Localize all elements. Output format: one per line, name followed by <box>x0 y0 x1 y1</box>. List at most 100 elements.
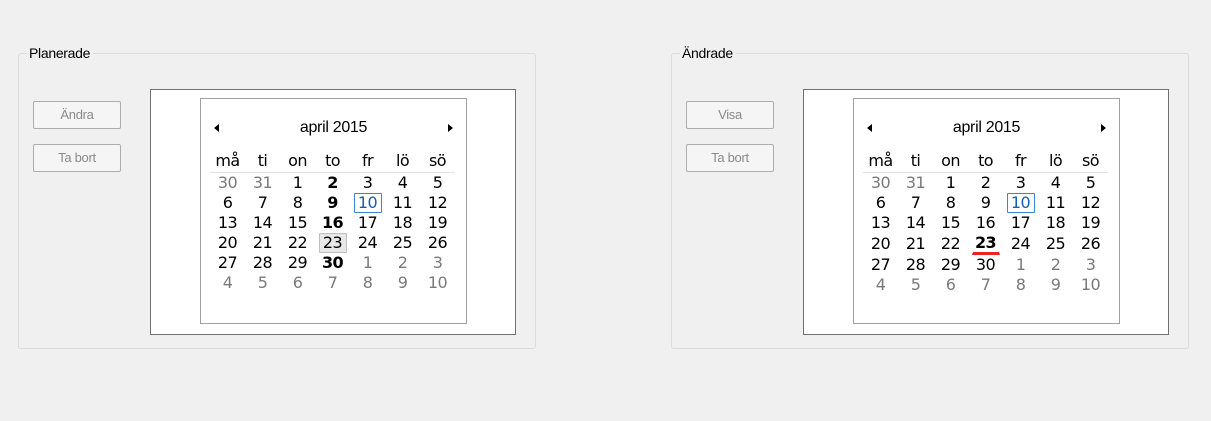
calendar-day[interactable]: 9 <box>319 193 347 213</box>
calendar-day-cell[interactable]: 8 <box>1003 275 1038 295</box>
calendar-day-cell[interactable]: 5 <box>1073 173 1108 194</box>
calendar-day-cell[interactable]: 1 <box>933 173 968 194</box>
calendar-day[interactable]: 31 <box>902 173 930 193</box>
calendar-day[interactable]: 26 <box>424 233 452 253</box>
calendar-day-cell[interactable]: 4 <box>863 275 898 295</box>
calendar-day-cell[interactable]: 14 <box>245 213 280 233</box>
calendar-day-cell[interactable]: 7 <box>245 193 280 213</box>
calendar-day[interactable]: 8 <box>354 273 382 293</box>
calendar-day-cell[interactable]: 30 <box>210 173 245 194</box>
calendar-day-cell[interactable]: 17 <box>1003 213 1038 233</box>
calendar-day[interactable]: 27 <box>867 255 895 275</box>
calendar-day[interactable]: 11 <box>389 193 417 213</box>
delete-button[interactable]: Ta bort <box>33 144 121 172</box>
calendar-day-cell[interactable]: 6 <box>210 193 245 213</box>
calendar-day[interactable]: 11 <box>1042 193 1070 213</box>
calendar-day-cell[interactable]: 11 <box>1038 193 1073 213</box>
calendar-day[interactable]: 9 <box>389 273 417 293</box>
calendar-day[interactable]: 18 <box>1042 213 1070 233</box>
calendar-day-cell[interactable]: 10 <box>1073 275 1108 295</box>
edit-button[interactable]: Ändra <box>33 101 121 129</box>
calendar-day-cell[interactable]: 13 <box>863 213 898 233</box>
month-label[interactable]: april 2015 <box>201 117 466 139</box>
calendar-day[interactable]: 3 <box>424 253 452 273</box>
calendar-day-cell[interactable]: 25 <box>385 233 420 253</box>
calendar-day[interactable]: 8 <box>937 193 965 213</box>
calendar-day-cell[interactable]: 3 <box>1003 173 1038 194</box>
calendar-day-cell[interactable]: 8 <box>350 273 385 293</box>
calendar-day-cell[interactable]: 30 <box>968 255 1003 275</box>
calendar-day-cell[interactable]: 28 <box>898 255 933 275</box>
calendar-day[interactable]: 19 <box>1077 213 1105 233</box>
calendar-day-cell[interactable]: 6 <box>280 273 315 293</box>
calendar-day-cell[interactable]: 8 <box>280 193 315 213</box>
calendar-day[interactable]: 27 <box>214 253 242 273</box>
calendar-day[interactable]: 1 <box>354 253 382 273</box>
calendar-day[interactable]: 5 <box>902 275 930 295</box>
month-calendar[interactable]: april 2015 må ti on to fr lö sö 30 31 1 2 3 4 5 6 7 8 9 1… <box>853 98 1120 324</box>
calendar-day-cell[interactable]: 27 <box>863 255 898 275</box>
calendar-day-cell[interactable]: 10 <box>1003 193 1038 213</box>
calendar-day[interactable]: 29 <box>937 255 965 275</box>
calendar-day[interactable]: 1 <box>284 173 312 193</box>
calendar-day[interactable]: 6 <box>214 193 242 213</box>
calendar-day[interactable]: 16 <box>972 213 1000 233</box>
calendar-day[interactable]: 7 <box>902 193 930 213</box>
calendar-day-cell[interactable]: 6 <box>933 275 968 295</box>
calendar-day[interactable]: 2 <box>319 173 347 193</box>
calendar-day[interactable]: 29 <box>284 253 312 273</box>
calendar-day[interactable]: 30 <box>867 173 895 193</box>
calendar-day[interactable]: 30 <box>214 173 242 193</box>
calendar-day[interactable]: 24 <box>1007 234 1035 254</box>
calendar-day[interactable]: 7 <box>319 273 347 293</box>
calendar-day[interactable]: 15 <box>937 213 965 233</box>
calendar-day[interactable]: 17 <box>1007 213 1035 233</box>
calendar-day-cell[interactable]: 14 <box>898 213 933 233</box>
calendar-day[interactable]: 28 <box>902 255 930 275</box>
calendar-day-cell[interactable]: 20 <box>863 233 898 255</box>
calendar-day[interactable]: 6 <box>284 273 312 293</box>
calendar-day-cell[interactable]: 17 <box>350 213 385 233</box>
calendar-day[interactable]: 23 <box>971 233 1000 255</box>
calendar-day-cell[interactable]: 1 <box>280 173 315 194</box>
calendar-day[interactable]: 5 <box>1077 173 1105 193</box>
calendar-day-cell[interactable]: 5 <box>898 275 933 295</box>
calendar-day[interactable]: 25 <box>1042 234 1070 254</box>
calendar-day-cell[interactable]: 24 <box>1003 233 1038 255</box>
calendar-day-cell[interactable]: 18 <box>1038 213 1073 233</box>
calendar-day-cell[interactable]: 2 <box>385 253 420 273</box>
delete-button[interactable]: Ta bort <box>686 144 774 172</box>
calendar-day[interactable]: 6 <box>937 275 965 295</box>
calendar-day-cell[interactable]: 13 <box>210 213 245 233</box>
calendar-day-cell[interactable]: 2 <box>1038 255 1073 275</box>
view-button[interactable]: Visa <box>686 101 774 129</box>
calendar-day[interactable]: 12 <box>424 193 452 213</box>
calendar-day-cell[interactable]: 7 <box>898 193 933 213</box>
calendar-day[interactable]: 2 <box>1042 255 1070 275</box>
next-month-icon[interactable] <box>1101 124 1106 132</box>
calendar-day[interactable]: 3 <box>1077 255 1105 275</box>
calendar-day[interactable]: 10 <box>424 273 452 293</box>
calendar-day-cell[interactable]: 16 <box>968 213 1003 233</box>
calendar-day-cell[interactable]: 1 <box>1003 255 1038 275</box>
calendar-day[interactable]: 1 <box>937 173 965 193</box>
calendar-day[interactable]: 22 <box>937 234 965 254</box>
calendar-day-cell[interactable]: 16 <box>315 213 350 233</box>
next-month-icon[interactable] <box>448 124 453 132</box>
calendar-day-cell[interactable]: 10 <box>420 273 455 293</box>
calendar-day[interactable]: 30 <box>319 253 347 273</box>
calendar-day[interactable]: 26 <box>1077 234 1105 254</box>
calendar-day[interactable]: 31 <box>249 173 277 193</box>
calendar-day[interactable]: 5 <box>249 273 277 293</box>
calendar-day-cell[interactable]: 29 <box>280 253 315 273</box>
calendar-day[interactable]: 14 <box>249 213 277 233</box>
calendar-day-cell[interactable]: 2 <box>968 173 1003 194</box>
calendar-day[interactable]: 5 <box>424 173 452 193</box>
calendar-day-cell[interactable]: 8 <box>933 193 968 213</box>
calendar-day[interactable]: 20 <box>214 233 242 253</box>
calendar-day-cell[interactable]: 15 <box>280 213 315 233</box>
calendar-day-cell[interactable]: 26 <box>1073 233 1108 255</box>
calendar-day[interactable]: 21 <box>902 234 930 254</box>
calendar-day[interactable]: 2 <box>972 173 1000 193</box>
calendar-day-cell[interactable]: 31 <box>245 173 280 194</box>
